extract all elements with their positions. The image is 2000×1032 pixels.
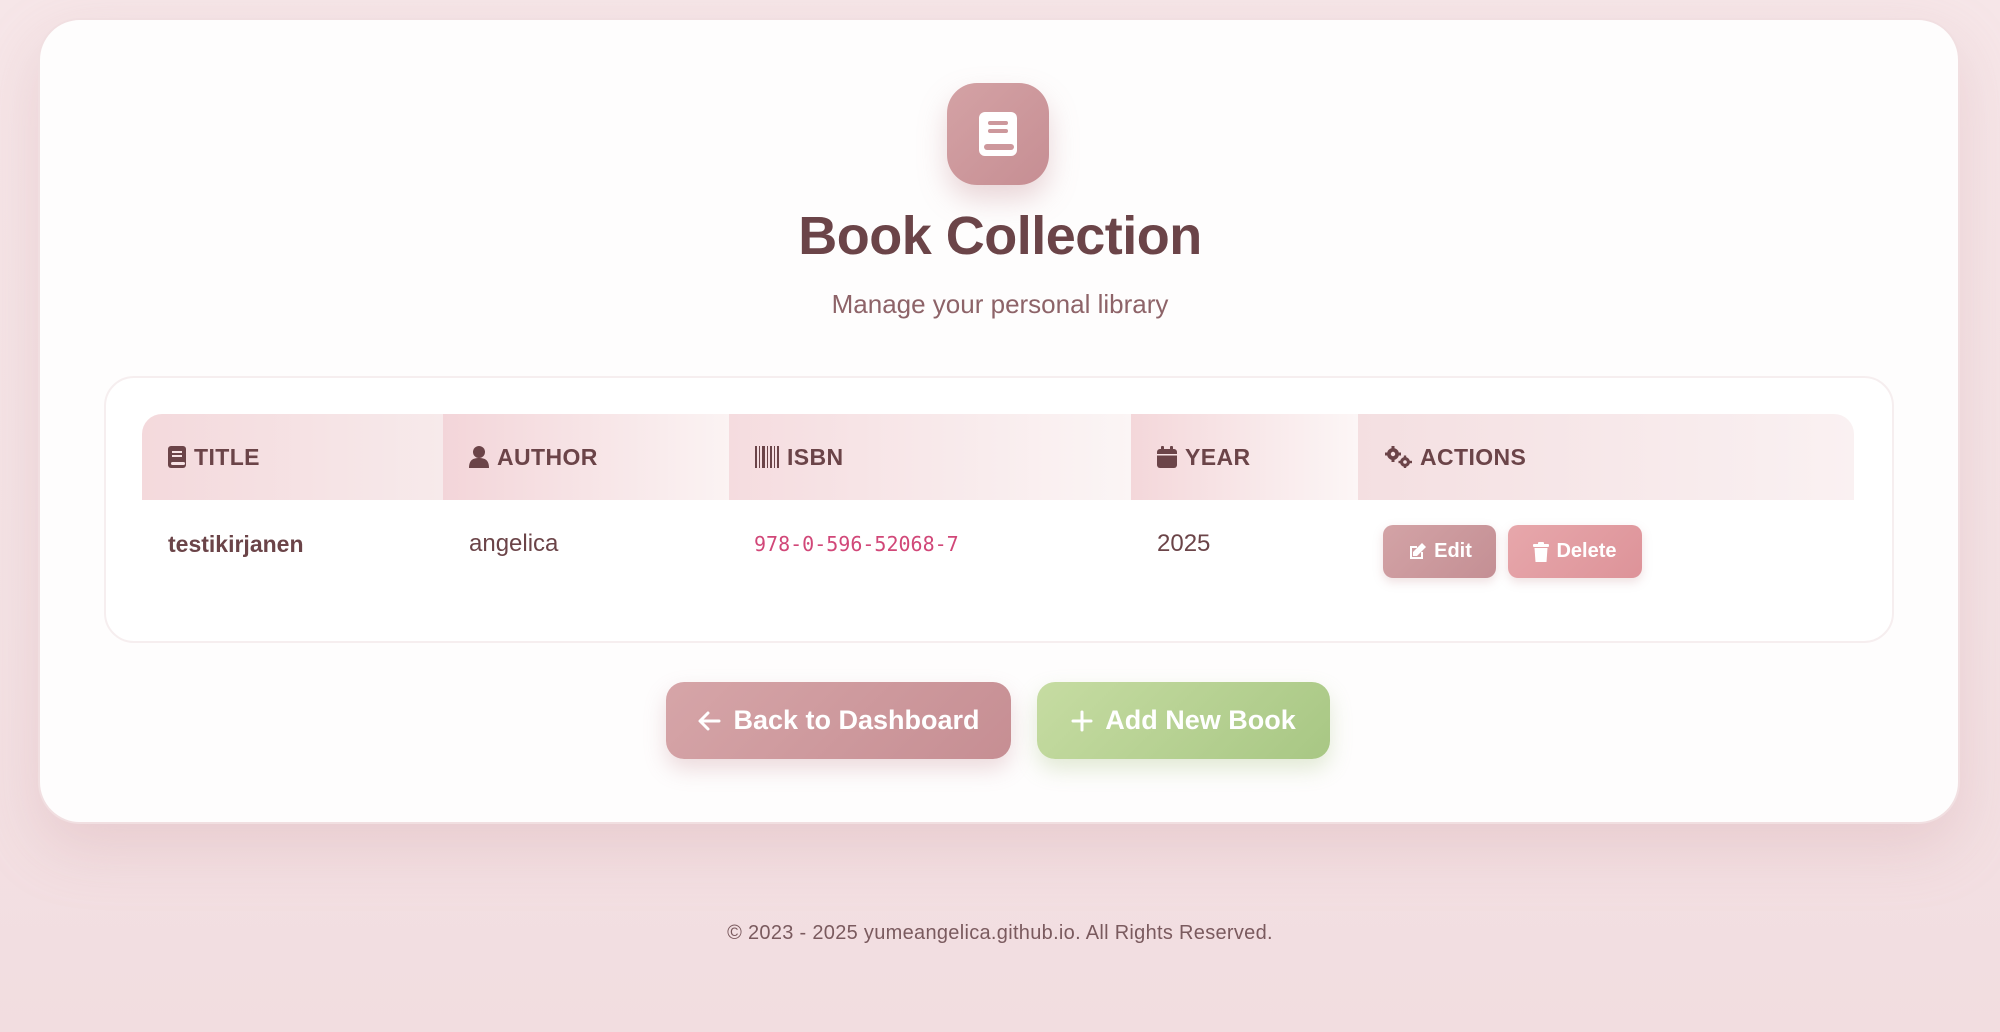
column-label: ISBN bbox=[787, 443, 844, 470]
book-author-cell: angelica bbox=[469, 530, 559, 557]
column-header-actions: ACTIONS bbox=[1358, 414, 1854, 500]
gears-icon bbox=[1385, 446, 1412, 468]
table-header: TITLE AUTHOR ISBN YEAR ACTIONS bbox=[142, 414, 1854, 500]
delete-button[interactable]: Delete bbox=[1508, 525, 1642, 578]
column-label: YEAR bbox=[1185, 443, 1251, 470]
edit-button[interactable]: Edit bbox=[1383, 525, 1496, 578]
back-button-label: Back to Dashboard bbox=[733, 705, 980, 735]
book-icon bbox=[979, 112, 1017, 156]
table-row: testikirjanen angelica 978-0-596-52068-7… bbox=[142, 500, 1854, 588]
logo-badge bbox=[947, 83, 1049, 185]
book-title-cell: testikirjanen bbox=[168, 530, 304, 557]
book-icon bbox=[168, 446, 186, 468]
add-button-label: Add New Book bbox=[1105, 705, 1296, 735]
edit-icon bbox=[1410, 542, 1427, 559]
column-label: ACTIONS bbox=[1420, 443, 1527, 470]
plus-icon bbox=[1071, 710, 1093, 731]
trash-icon bbox=[1533, 541, 1550, 562]
calendar-icon bbox=[1157, 446, 1177, 468]
column-header-isbn: ISBN bbox=[729, 414, 1131, 500]
column-header-author: AUTHOR bbox=[443, 414, 729, 500]
page-title: Book Collection bbox=[798, 206, 1202, 266]
edit-button-label: Edit bbox=[1434, 540, 1472, 562]
user-icon bbox=[469, 446, 489, 468]
barcode-icon bbox=[755, 446, 779, 468]
back-to-dashboard-button[interactable]: Back to Dashboard bbox=[666, 682, 1011, 759]
column-header-title: TITLE bbox=[142, 414, 443, 500]
delete-button-label: Delete bbox=[1556, 540, 1617, 562]
book-isbn-cell: 978-0-596-52068-7 bbox=[754, 532, 959, 556]
page-subtitle: Manage your personal library bbox=[831, 289, 1169, 319]
column-label: AUTHOR bbox=[497, 443, 598, 470]
footer-copyright: © 2023 - 2025 yumeangelica.github.io. Al… bbox=[727, 922, 1273, 944]
column-label: TITLE bbox=[194, 443, 260, 470]
book-year-cell: 2025 bbox=[1157, 530, 1211, 557]
add-new-book-button[interactable]: Add New Book bbox=[1037, 682, 1330, 759]
arrow-left-icon bbox=[698, 711, 721, 730]
column-header-year: YEAR bbox=[1131, 414, 1358, 500]
